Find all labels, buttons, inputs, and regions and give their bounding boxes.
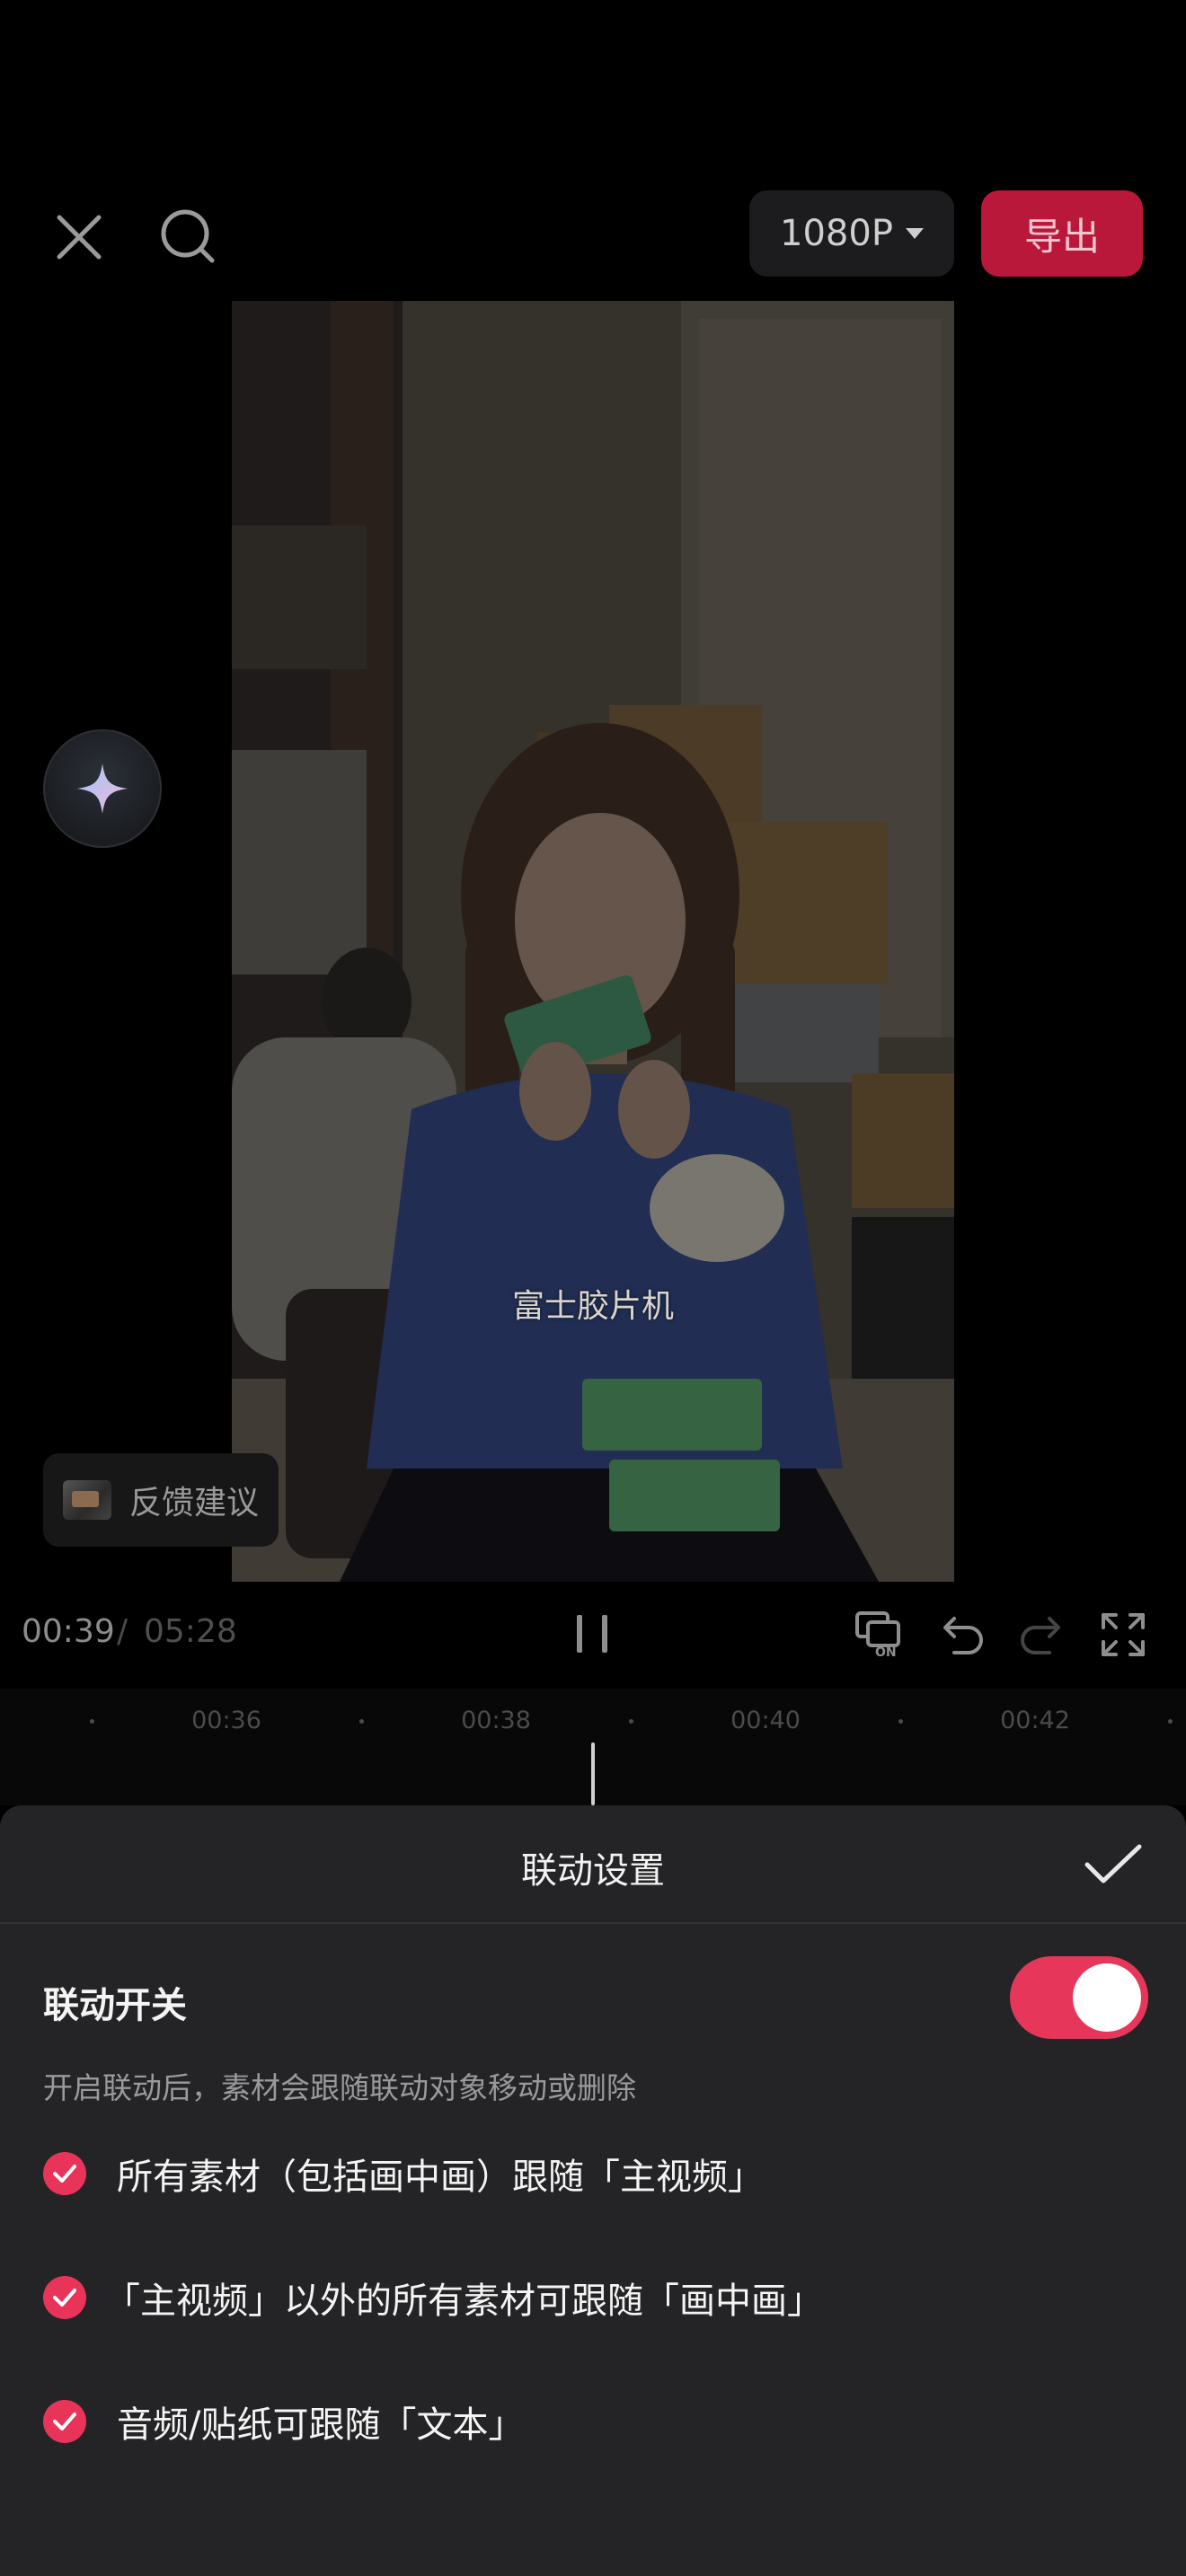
link-toggle-label: 联动开关	[43, 1985, 187, 2026]
current-time: 00:39	[22, 1613, 115, 1650]
feedback-thumbnail-icon	[63, 1480, 111, 1520]
resolution-dropdown[interactable]: 1080P	[749, 190, 954, 277]
rule-text: 所有素材（包括画中画）跟随「主视频」	[117, 2157, 764, 2198]
video-subtitle: 富士胶片机	[511, 1288, 674, 1325]
time-separator: /	[117, 1613, 128, 1650]
playback-controls: 00:39 / 05:28 ON	[0, 1599, 1186, 1671]
tick-dot	[1168, 1719, 1173, 1724]
tick-label: 00:40	[730, 1707, 801, 1734]
export-label: 导出	[1023, 214, 1100, 259]
rule-item: 所有素材（包括画中画）跟随「主视频」	[43, 2147, 764, 2201]
checkmark-icon[interactable]	[1082, 1839, 1145, 1890]
feedback-button[interactable]: 反馈建议	[43, 1453, 279, 1547]
tick-dot	[90, 1719, 94, 1724]
rule-item: 「主视频」以外的所有素材可跟随「画中画」	[43, 2271, 823, 2325]
rule-item: 音频/贴纸可跟随「文本」	[43, 2395, 524, 2448]
sheet-title: 联动设置	[521, 1850, 665, 1892]
video-preview[interactable]: 富士胶片机	[232, 301, 954, 1582]
rule-text: 音频/贴纸可跟随「文本」	[117, 2404, 525, 2446]
tick-label: 00:42	[1000, 1707, 1070, 1734]
fullscreen-icon[interactable]	[1098, 1610, 1148, 1663]
total-time: 05:28	[144, 1613, 237, 1650]
sparkle-icon	[77, 763, 128, 814]
feedback-label: 反馈建议	[129, 1485, 260, 1522]
undo-icon[interactable]	[936, 1610, 987, 1663]
playhead[interactable]	[591, 1742, 595, 1805]
tick-label: 00:38	[461, 1707, 531, 1734]
tick-label: 00:36	[191, 1707, 261, 1734]
chevron-down-icon	[905, 228, 924, 239]
resolution-label: 1080P	[780, 213, 893, 254]
redo-icon[interactable]	[1017, 1610, 1067, 1663]
tick-dot	[629, 1719, 633, 1724]
ai-assistant-button[interactable]	[43, 729, 162, 848]
pause-icon[interactable]	[575, 1615, 611, 1658]
check-circle-icon	[43, 2152, 86, 2195]
sheet-header: 联动设置	[0, 1805, 1186, 1924]
tick-dot	[359, 1719, 364, 1724]
search-icon[interactable]	[153, 201, 225, 273]
check-circle-icon	[43, 2400, 86, 2443]
svg-text:ON: ON	[875, 1645, 897, 1660]
link-settings-sheet: 联动设置 联动开关 开启联动后，素材会跟随联动对象移动或删除 所有素材（包括画中…	[0, 1805, 1186, 2576]
check-circle-icon	[43, 2276, 86, 2319]
toggle-knob	[1073, 1963, 1141, 2032]
video-dim-overlay	[232, 301, 954, 1582]
link-on-icon[interactable]: ON	[854, 1610, 907, 1663]
export-button[interactable]: 导出	[981, 190, 1143, 277]
timeline-ruler[interactable]: 00:36 00:38 00:40 00:42	[0, 1689, 1186, 1805]
close-icon[interactable]	[47, 205, 111, 269]
tick-dot	[898, 1719, 903, 1724]
rule-text: 「主视频」以外的所有素材可跟随「画中画」	[104, 2280, 823, 2322]
top-toolbar: 1080P 导出	[0, 180, 1186, 287]
link-toggle-switch[interactable]	[1010, 1956, 1148, 2039]
link-description: 开启联动后，素材会跟随联动对象移动或删除	[43, 2070, 636, 2105]
